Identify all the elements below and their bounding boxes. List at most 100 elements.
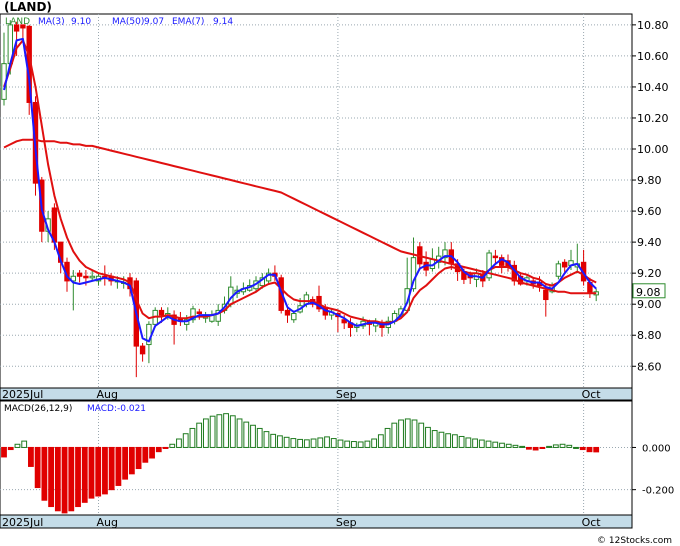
macd-bar — [478, 439, 485, 448]
macd-bar — [290, 438, 297, 448]
last-price-label: 9.08 — [636, 286, 661, 299]
candle-body — [291, 313, 297, 321]
price-month-label: Aug — [97, 388, 118, 401]
macd-bar — [277, 435, 283, 448]
macd-bar — [404, 418, 411, 448]
price-tick-label: 10.60 — [637, 50, 669, 63]
legend-ma50-value: 9.07 — [144, 17, 164, 27]
macd-month-label: Sep — [336, 516, 357, 529]
footer-credit: © 12Stocks.com — [597, 536, 672, 546]
macd-y-axis: 0.000 -0.200 — [632, 443, 674, 497]
price-month-label: Oct — [582, 388, 602, 401]
macd-bar — [465, 437, 472, 448]
macd-bar — [41, 446, 48, 501]
macd-bar — [431, 430, 438, 448]
macd-month-label: Oct — [582, 516, 602, 529]
macd-bar — [142, 446, 149, 463]
price-tick-label: 8.80 — [637, 329, 662, 342]
macd-bar — [95, 446, 102, 497]
candle-body — [83, 275, 89, 279]
macd-bar — [532, 446, 539, 451]
macd-bar — [546, 445, 552, 448]
macd-bar — [445, 433, 452, 448]
price-panel — [0, 13, 633, 389]
legend-ema7-value: 9.14 — [213, 17, 233, 27]
macd-bar — [579, 446, 586, 451]
macd-bar — [539, 446, 546, 450]
macd-bar — [384, 427, 391, 448]
macd-bar — [1, 446, 7, 458]
macd-bar — [28, 446, 34, 467]
price-month-label: Sep — [336, 388, 357, 401]
candle-body — [158, 309, 165, 316]
price-tick-label: 10.00 — [637, 143, 669, 156]
macd-bar — [492, 441, 499, 448]
macd-bar — [102, 446, 108, 495]
macd-bar — [229, 415, 236, 448]
legend-ema7-label: EMA(7) — [172, 17, 204, 27]
macd-bar — [377, 434, 384, 448]
macd-bar — [297, 438, 304, 448]
candle-body — [139, 345, 146, 355]
candle-body — [76, 272, 83, 277]
legend-ma50-label: MA(50) — [112, 17, 144, 27]
macd-bar — [425, 426, 431, 448]
macd-bar — [122, 446, 129, 480]
macd-bar — [586, 446, 593, 453]
macd-bar — [505, 443, 512, 448]
macd-bar — [149, 446, 155, 459]
price-tick-label: 10.40 — [637, 81, 669, 94]
macd-bar — [196, 422, 203, 448]
price-tick-label: 9.80 — [637, 174, 662, 187]
candle-body — [284, 309, 291, 316]
macd-bar — [81, 446, 88, 503]
macd-bar — [34, 446, 41, 489]
macd-bar — [182, 433, 189, 448]
macd-bar — [566, 444, 573, 448]
macd-bar — [330, 438, 337, 448]
price-tick-label: 9.60 — [637, 205, 662, 218]
price-tick-label: 10.80 — [637, 19, 669, 32]
macd-bar — [499, 442, 505, 448]
macd-date-bar — [0, 514, 633, 529]
macd-bar — [526, 446, 532, 450]
macd-bar — [155, 446, 162, 453]
price-y-axis: 10.80 10.60 10.40 10.20 10.00 9.80 9.60 9.40 9.2… — [632, 19, 669, 373]
macd-bar — [519, 445, 526, 448]
macd-bar — [216, 414, 223, 448]
macd-bar — [472, 438, 478, 448]
macd-bar — [344, 440, 351, 448]
macd-bar — [337, 439, 344, 448]
macd-bar — [573, 446, 579, 449]
macd-bar — [411, 419, 418, 448]
macd-bar — [458, 435, 465, 448]
macd-bar — [236, 418, 243, 448]
macd-legend-value: MACD:-0.021 — [87, 404, 146, 414]
macd-bar — [256, 427, 263, 448]
macd-bar — [438, 431, 445, 448]
price-tick-label: 9.20 — [637, 267, 662, 280]
price-tick-label: 9.00 — [637, 298, 662, 311]
macd-bar — [108, 446, 115, 491]
macd-bar — [68, 446, 75, 512]
macd-bar — [88, 446, 95, 499]
macd-bar — [283, 436, 290, 448]
chart-title: (LAND) — [4, 0, 52, 14]
macd-bar — [169, 443, 176, 448]
macd-bar — [310, 438, 317, 448]
macd-bar — [324, 436, 330, 448]
macd-bar — [128, 446, 135, 475]
price-tick-label: 10.20 — [637, 112, 669, 125]
macd-bar — [398, 419, 404, 448]
macd-bar — [357, 441, 364, 448]
price-month-label: 2025Jul — [2, 388, 43, 401]
macd-tick-label: 0.000 — [642, 443, 671, 454]
macd-bar — [303, 439, 310, 448]
macd-bar — [270, 433, 277, 448]
macd-panel — [0, 400, 633, 516]
legend-symbol: LAND — [5, 17, 30, 27]
candle-body — [555, 263, 562, 277]
macd-bar — [223, 413, 229, 448]
macd-bar — [176, 438, 182, 448]
macd-bar — [512, 444, 519, 448]
